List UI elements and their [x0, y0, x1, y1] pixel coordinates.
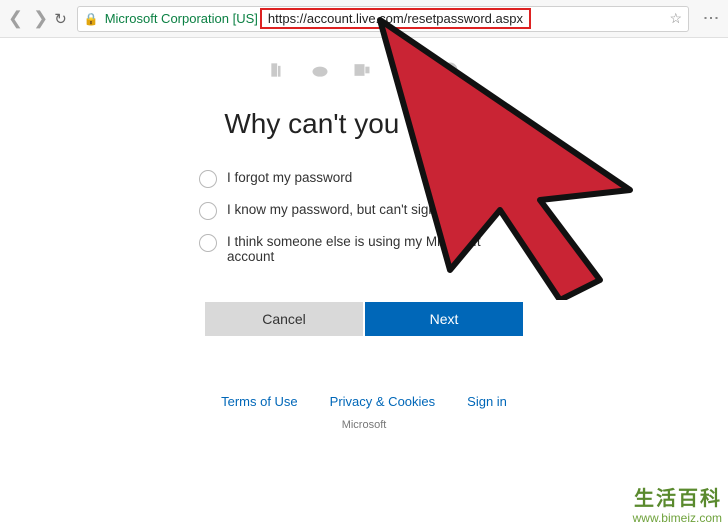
xbox-icon	[440, 60, 460, 80]
reload-icon[interactable]: ↻	[54, 10, 67, 28]
footer-links: Terms of Use Privacy & Cookies Sign in	[0, 394, 728, 409]
address-bar[interactable]: 🔒 Microsoft Corporation [US] https://acc…	[77, 6, 689, 32]
bookmark-star-icon[interactable]: ☆	[669, 10, 682, 27]
page-content: Why can't you sign in? I forgot my passw…	[0, 38, 728, 431]
microsoft-logo-icon	[394, 58, 418, 82]
radio-icon	[199, 202, 217, 220]
option-forgot-password[interactable]: I forgot my password	[199, 170, 529, 188]
back-icon[interactable]: ❮	[8, 8, 23, 29]
option-label: I know my password, but can't sign in	[227, 202, 450, 217]
signin-link[interactable]: Sign in	[467, 394, 507, 409]
button-row: Cancel Next	[0, 302, 728, 336]
cancel-button-label: Cancel	[262, 311, 306, 327]
next-button-label: Next	[430, 311, 459, 327]
outlook-icon	[352, 60, 372, 80]
terms-link[interactable]: Terms of Use	[221, 394, 298, 409]
browser-toolbar: ❮ ❯ ↻ 🔒 Microsoft Corporation [US] https…	[0, 0, 728, 38]
url-text: https://account.live.com/resetpassword.a…	[260, 8, 531, 29]
nav-arrows: ❮ ❯	[8, 8, 48, 29]
org-label: Microsoft Corporation [US]	[105, 11, 258, 26]
privacy-link[interactable]: Privacy & Cookies	[330, 394, 435, 409]
option-someone-else[interactable]: I think someone else is using my Microso…	[199, 234, 529, 264]
radio-icon	[199, 234, 217, 252]
watermark-url: www.bimeiz.com	[633, 511, 722, 525]
service-icons-row	[0, 58, 728, 82]
option-label: I think someone else is using my Microso…	[227, 234, 529, 264]
options-group: I forgot my password I know my password,…	[199, 170, 529, 264]
option-know-password[interactable]: I know my password, but can't sign in	[199, 202, 529, 220]
forward-icon[interactable]: ❯	[33, 8, 48, 29]
onedrive-icon	[310, 60, 330, 80]
next-button[interactable]: Next	[365, 302, 523, 336]
watermark: 生活百科 www.bimeiz.com	[633, 482, 722, 525]
option-label: I forgot my password	[227, 170, 352, 185]
cancel-button[interactable]: Cancel	[205, 302, 363, 336]
lock-icon: 🔒	[84, 12, 99, 26]
footer-brand: Microsoft	[0, 419, 728, 431]
browser-menu-icon[interactable]: ⋮	[701, 10, 720, 27]
watermark-cn: 生活百科	[633, 482, 722, 511]
page-title: Why can't you sign in?	[0, 108, 728, 140]
radio-icon	[199, 170, 217, 188]
office-icon	[268, 60, 288, 80]
